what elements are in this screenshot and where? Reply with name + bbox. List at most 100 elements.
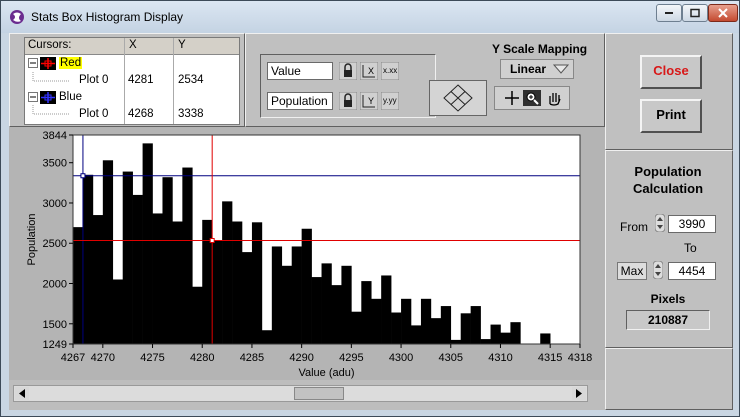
zoom-icon[interactable]: [523, 90, 541, 106]
cursor-row-red[interactable]: Red: [25, 55, 239, 72]
minimize-button[interactable]: [656, 4, 682, 22]
scroll-left-icon[interactable]: [15, 387, 29, 400]
cursor-row-blue-plot[interactable]: Plot 0 4268 3338: [25, 105, 239, 123]
chevron-down-icon: [553, 64, 569, 74]
print-button[interactable]: Print: [640, 99, 702, 133]
to-spinner-icon[interactable]: [653, 261, 663, 279]
red-cursor-marker[interactable]: [209, 238, 215, 244]
histogram-bar: [450, 339, 462, 344]
close-button[interactable]: Close: [640, 55, 702, 89]
plot-label: Plot 0: [79, 108, 109, 120]
collapse-icon[interactable]: [28, 58, 38, 68]
cursor-row-red-plot[interactable]: Plot 0 4281 2534: [25, 72, 239, 89]
histogram-bar: [331, 285, 342, 344]
y-axis-label: Population: [26, 214, 38, 266]
histogram-bar: [351, 311, 362, 344]
from-value-field[interactable]: 3990: [668, 215, 716, 233]
max-button[interactable]: Max: [617, 262, 647, 280]
histogram-bar: [460, 313, 471, 344]
x-tick-label: 4315: [538, 352, 562, 364]
x-format-icon[interactable]: x.xx: [381, 62, 399, 80]
y-tick-label: 3844: [43, 130, 67, 142]
histogram-bar: [102, 160, 114, 344]
x-tick-label: 4295: [339, 352, 363, 364]
bottom-right-panel: [605, 348, 733, 410]
cursor-legend-table[interactable]: Cursors: X Y Red Plot 0 4281 2534 Blue P…: [24, 37, 240, 125]
x-scale-name[interactable]: Value: [267, 62, 333, 80]
histogram-bar: [311, 277, 322, 344]
histogram-bar: [92, 215, 104, 344]
window: Stats Box Histogram Display Cursors: X Y: [0, 0, 740, 417]
histogram-bar: [232, 221, 243, 344]
action-panel: Close Print: [605, 33, 733, 150]
y-scale-mapping-label: Y Scale Mapping: [492, 42, 588, 56]
pixels-value: 210887: [626, 310, 710, 330]
histogram-bar: [411, 325, 422, 344]
histogram-bar: [281, 265, 293, 344]
histogram-bar: [291, 246, 302, 344]
histogram-bar: [430, 318, 442, 344]
histogram-bar: [470, 306, 481, 344]
histogram-bar: [510, 322, 521, 344]
close-icon: [718, 8, 728, 18]
red-cursor-swatch-icon: [40, 57, 56, 70]
blue-cursor-marker[interactable]: [80, 173, 86, 179]
svg-text:Y: Y: [368, 96, 374, 106]
histogram-chart[interactable]: 1249 1500 2000 2500 3000 3500 3844 4267 4270 4275…: [9, 127, 605, 380]
y-scale-mapping-dropdown[interactable]: Linear: [500, 59, 574, 79]
y-scale-mapping-value: Linear: [510, 62, 547, 76]
header-y: Y: [178, 39, 186, 51]
scroll-thumb[interactable]: [294, 387, 344, 400]
title-bar: Stats Box Histogram Display: [1, 1, 739, 33]
maximize-button[interactable]: [682, 4, 708, 22]
cursor-tool-icon[interactable]: [503, 90, 521, 106]
cursor-row-blue[interactable]: Blue: [25, 89, 239, 106]
scrollbar-area: [9, 380, 605, 410]
y-tick-label: 2500: [43, 238, 67, 250]
from-label: From: [620, 220, 648, 234]
scroll-right-icon[interactable]: [572, 387, 586, 400]
y-lock-icon[interactable]: [339, 92, 357, 110]
close-window-button[interactable]: [708, 4, 738, 22]
svg-text:x.xx: x.xx: [383, 66, 397, 75]
app-icon: [10, 10, 24, 24]
y-scale-name[interactable]: Population: [267, 92, 333, 110]
pan-navigation-icon[interactable]: [429, 80, 487, 116]
cursor-panel: Cursors: X Y Red Plot 0 4281 2534 Blue P…: [9, 33, 245, 127]
x-tick-label: 4318: [568, 352, 592, 364]
population-calc-panel: Population Calculation From 3990 To Max …: [605, 150, 733, 348]
histogram-bar: [420, 298, 432, 344]
blue-cursor-swatch-icon: [40, 91, 56, 104]
histogram-bar: [82, 174, 94, 344]
y-tick-label: 1249: [43, 339, 67, 351]
histogram-bar: [440, 306, 452, 344]
pixels-label: Pixels: [650, 292, 686, 306]
x-lock-icon[interactable]: [339, 62, 357, 80]
y-autoscale-icon[interactable]: Y: [360, 92, 378, 110]
to-value-field[interactable]: 4454: [668, 262, 716, 280]
maximize-icon: [690, 8, 700, 18]
window-title: Stats Box Histogram Display: [31, 10, 184, 24]
histogram-bar: [490, 324, 501, 344]
tree-line-icon: [32, 72, 70, 82]
from-spinner-icon[interactable]: [655, 214, 665, 232]
population-calc-title: Population Calculation: [632, 164, 704, 196]
cursor-label-red: Red: [59, 57, 83, 69]
y-format-icon[interactable]: y.yy: [381, 92, 399, 110]
histogram-bar: [301, 228, 312, 344]
x-autoscale-icon[interactable]: X: [360, 62, 378, 80]
x-tick-label: 4275: [140, 352, 164, 364]
collapse-icon[interactable]: [28, 92, 38, 102]
x-tick-label: 4290: [289, 352, 313, 364]
histogram-bar: [162, 177, 173, 344]
histogram-bar: [142, 143, 153, 344]
y-tick-label: 1500: [43, 319, 67, 331]
horizontal-scrollbar[interactable]: [13, 385, 588, 402]
histogram-bar: [391, 312, 402, 344]
histogram-bar: [182, 167, 193, 344]
tree-line-icon: [32, 105, 70, 115]
histogram-bar: [73, 227, 84, 344]
pan-hand-icon[interactable]: [545, 90, 563, 106]
y-tick-label: 3000: [43, 198, 67, 210]
graph-tool-palette: [494, 86, 570, 110]
